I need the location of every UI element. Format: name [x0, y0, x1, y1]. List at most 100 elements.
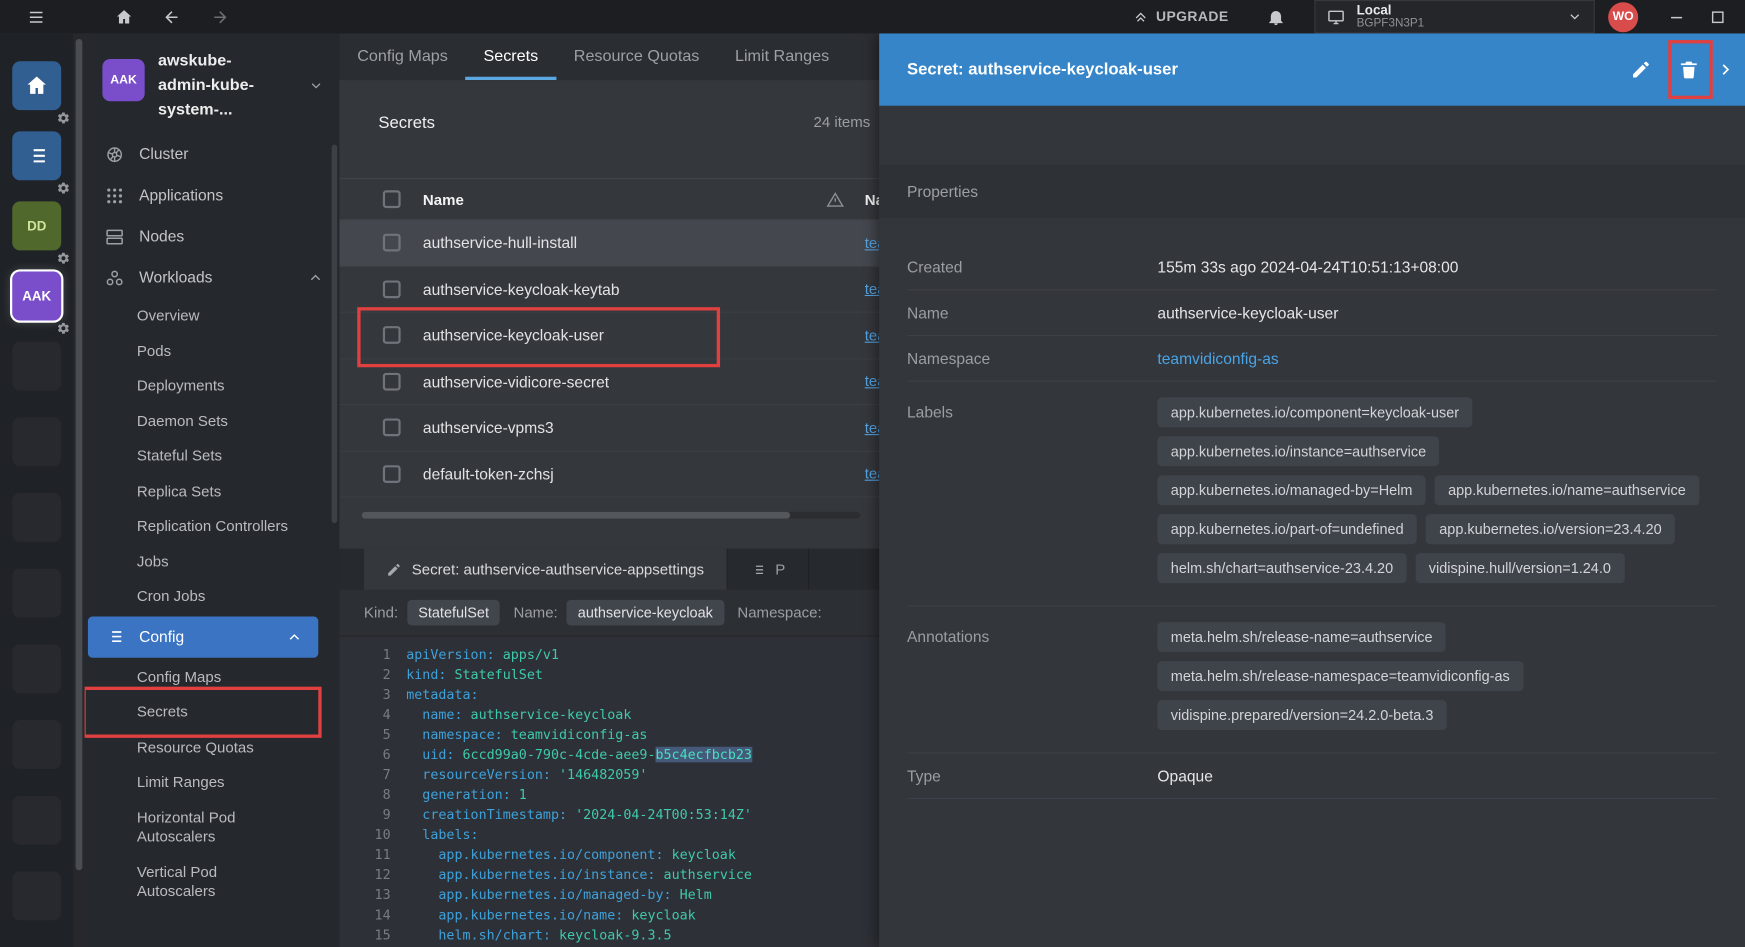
dock-tab-second[interactable]: P: [727, 549, 808, 590]
property-text: authservice-keycloak-user: [1157, 304, 1338, 322]
sidebar-item-config-maps[interactable]: Config Maps: [85, 659, 340, 694]
secret-row-authservice-vidicore-secret[interactable]: authservice-vidicore-secret teamvidiconfi…: [339, 359, 879, 405]
sidebar-item-config[interactable]: Config: [88, 616, 318, 657]
namespace-link[interactable]: teamvidiconfig-as: [865, 465, 879, 482]
gear-icon[interactable]: [57, 181, 70, 194]
sidebar-item-label: Workloads: [139, 267, 212, 288]
sidebar-item-applications[interactable]: Applications: [85, 175, 340, 216]
sidebar-item-resource-quotas[interactable]: Resource Quotas: [85, 730, 340, 765]
upgrade-button[interactable]: UPGRADE: [1133, 9, 1229, 25]
edit-pencil-icon: [386, 561, 402, 577]
row-checkbox[interactable]: [383, 419, 401, 437]
cluster-tile-face[interactable]: DD: [12, 201, 61, 250]
secret-name: authservice-vidicore-secret: [423, 373, 609, 391]
gear-icon[interactable]: [57, 252, 70, 265]
close-drawer-icon[interactable]: [1715, 60, 1736, 79]
sidebar-item-stateful-sets[interactable]: Stateful Sets: [85, 438, 340, 473]
column-header-name[interactable]: Name: [423, 191, 464, 208]
device-selector[interactable]: Local BGPF3N3P1: [1314, 0, 1594, 33]
namespace-link[interactable]: teamvidiconfig-as: [865, 373, 879, 390]
sidebar-item-vertical-pod-autoscalers[interactable]: Vertical Pod Autoscalers: [85, 854, 340, 909]
tab-secrets[interactable]: Secrets: [466, 33, 556, 80]
dock-tab-secret-edit[interactable]: Secret: authservice-authservice-appsetti…: [364, 549, 728, 590]
warning-icon: [825, 190, 846, 209]
line-number: 8: [339, 785, 390, 805]
namespace-link[interactable]: teamvidiconfig-as: [865, 419, 879, 436]
metadata-chip: helm.sh/chart=authservice-23.4.20: [1157, 553, 1406, 583]
maximize-button[interactable]: [1708, 7, 1727, 26]
namespace-link[interactable]: teamvidiconfig-as: [1157, 349, 1278, 367]
secret-row-authservice-keycloak-keytab[interactable]: authservice-keycloak-keytabteamvidiconfi…: [339, 267, 879, 313]
cluster-tile-home[interactable]: [12, 61, 61, 110]
forward-button[interactable]: [210, 7, 229, 26]
cluster-tile-face[interactable]: AAK: [12, 272, 61, 321]
gear-icon[interactable]: [57, 322, 70, 335]
namespace-link[interactable]: teamvidiconfig-as: [865, 235, 879, 252]
cluster-tile-face[interactable]: [12, 131, 61, 180]
secret-row-authservice-keycloak-user[interactable]: authservice-keycloak-userteamvidiconfig-…: [339, 313, 879, 359]
sidebar-item-cluster[interactable]: Cluster: [85, 134, 340, 175]
metadata-chip: app.kubernetes.io/instance=authservice: [1157, 436, 1439, 466]
secret-row-authservice-vpms3[interactable]: authservice-vpms3teamvidiconfig-as: [339, 405, 879, 451]
secret-row-authservice-hull-install[interactable]: authservice-hull-installteamvidiconfig-a…: [339, 220, 879, 266]
sidebar-item-overview[interactable]: Overview: [85, 298, 340, 333]
app-window: UPGRADE Local BGPF3N3P1 WO DD AAK AAK aws…: [0, 0, 1745, 947]
cluster-tile-face[interactable]: [12, 61, 61, 110]
sidebar-item-horizontal-pod-autoscalers[interactable]: Horizontal Pod Autoscalers: [85, 800, 340, 855]
sidebar-item-limit-ranges[interactable]: Limit Ranges: [85, 765, 340, 800]
secret-row-default-token-zchsj[interactable]: default-token-zchsjteamvidiconfig-as: [339, 451, 879, 497]
sidebar-item-jobs[interactable]: Jobs: [85, 544, 340, 579]
property-value: teamvidiconfig-as: [1157, 349, 1278, 367]
property-row-namespace: Namespaceteamvidiconfig-as: [907, 336, 1717, 382]
sidebar-item-label: Cron Jobs: [137, 586, 205, 605]
gear-icon[interactable]: [57, 111, 70, 124]
minimize-button[interactable]: [1667, 7, 1686, 26]
delete-trash-icon[interactable]: [1678, 59, 1699, 80]
chevron-down-icon: [1567, 9, 1583, 25]
sidebar-item-label: Replica Sets: [137, 481, 221, 500]
column-header-namespace[interactable]: Namespace: [865, 191, 879, 208]
icon-bar-scrollbar[interactable]: [73, 33, 84, 947]
property-value: Opaque: [1157, 767, 1212, 785]
row-checkbox[interactable]: [383, 326, 401, 344]
namespace-link[interactable]: teamvidiconfig-as: [865, 281, 879, 298]
sidebar-item-daemon-sets[interactable]: Daemon Sets: [85, 403, 340, 438]
sidebar-item-deployments[interactable]: Deployments: [85, 368, 340, 403]
row-checkbox[interactable]: [383, 280, 401, 298]
line-number: 1: [339, 644, 390, 664]
notifications-bell-icon[interactable]: [1266, 7, 1285, 26]
cluster-tile-cluster-aak[interactable]: AAK: [12, 272, 61, 321]
cluster-tile-placeholder: [12, 569, 61, 618]
select-all-checkbox[interactable]: [383, 190, 401, 208]
line-number: 9: [339, 805, 390, 825]
menu-icon[interactable]: [27, 7, 46, 26]
device-text: Local BGPF3N3P1: [1357, 3, 1556, 31]
metadata-chip: app.kubernetes.io/part-of=undefined: [1157, 514, 1417, 544]
cluster-switcher[interactable]: AAK awskube- admin-kube- system-...: [85, 33, 340, 133]
edit-pencil-icon[interactable]: [1630, 59, 1651, 80]
tab-config-maps[interactable]: Config Maps: [339, 33, 465, 80]
property-label: Namespace: [907, 349, 1157, 367]
row-checkbox[interactable]: [383, 465, 401, 483]
sidebar-item-replication-controllers[interactable]: Replication Controllers: [85, 509, 340, 544]
back-button[interactable]: [162, 7, 181, 26]
namespace-link[interactable]: teamvidiconfig-as: [865, 327, 879, 344]
sidebar-item-cron-jobs[interactable]: Cron Jobs: [85, 579, 340, 614]
home-button[interactable]: [115, 7, 134, 26]
tab-resource-quotas[interactable]: Resource Quotas: [556, 33, 717, 80]
cluster-tile-cluster-dd[interactable]: DD: [12, 201, 61, 250]
line-number: 6: [339, 745, 390, 765]
cluster-tile-placeholder: [12, 417, 61, 466]
sidebar-scrollbar[interactable]: [332, 145, 338, 523]
row-checkbox[interactable]: [383, 234, 401, 252]
sidebar-item-workloads[interactable]: Workloads: [85, 257, 340, 298]
tab-limit-ranges[interactable]: Limit Ranges: [717, 33, 847, 80]
sidebar-item-replica-sets[interactable]: Replica Sets: [85, 474, 340, 509]
cluster-tile-catalog[interactable]: [12, 131, 61, 180]
sidebar-item-secrets[interactable]: Secrets: [85, 694, 340, 729]
sidebar-item-nodes[interactable]: Nodes: [85, 216, 340, 257]
user-avatar[interactable]: WO: [1608, 2, 1638, 32]
horizontal-scrollbar[interactable]: [362, 512, 861, 519]
row-checkbox[interactable]: [383, 373, 401, 391]
sidebar-item-pods[interactable]: Pods: [85, 333, 340, 368]
